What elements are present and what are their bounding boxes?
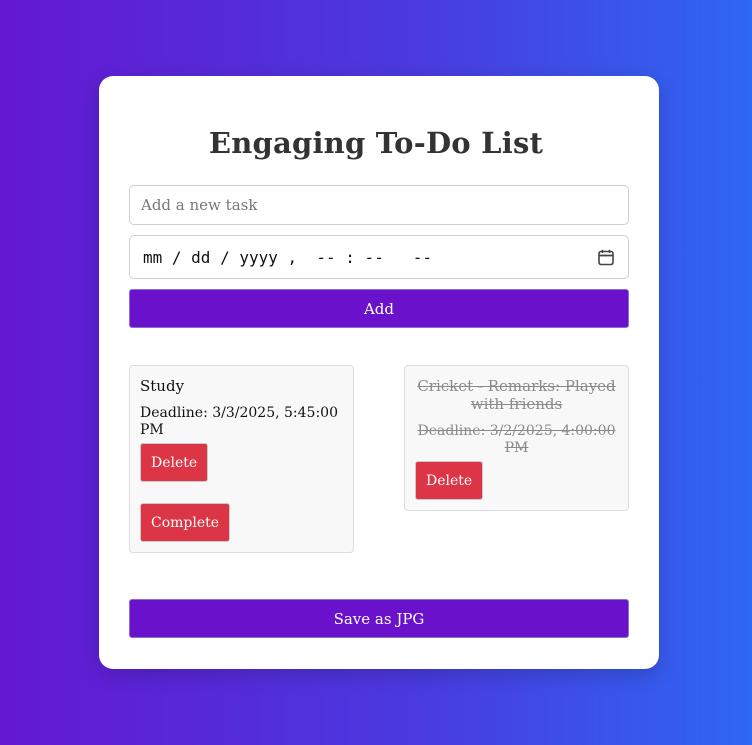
task-name: Study [140,377,185,395]
task-deadline: Deadline: 3/2/2025, 4:00:00 PM [417,423,616,456]
task-input[interactable] [129,185,629,225]
save-as-jpg-button[interactable]: Save as JPG [129,599,629,638]
datetime-placeholder: mm / dd / yyyy , -- : -- -- [143,247,432,267]
task-item: Study Deadline: 3/3/2025, 5:45:00 PM Del… [129,365,354,553]
add-task-button[interactable]: Add [129,289,629,328]
page-title: Engaging To-Do List [208,126,544,160]
task-item-completed: Cricket - Remarks: Played with friends D… [404,365,629,511]
calendar-icon[interactable] [597,248,615,266]
delete-task-button[interactable]: Delete [140,443,209,482]
task-name: Cricket - Remarks: Played with friends [417,377,616,413]
delete-task-button[interactable]: Delete [415,461,484,500]
deadline-datetime-input[interactable]: mm / dd / yyyy , -- : -- -- [129,235,629,279]
complete-task-button[interactable]: Complete [140,503,231,542]
task-deadline: Deadline: 3/3/2025, 5:45:00 PM [140,405,338,438]
